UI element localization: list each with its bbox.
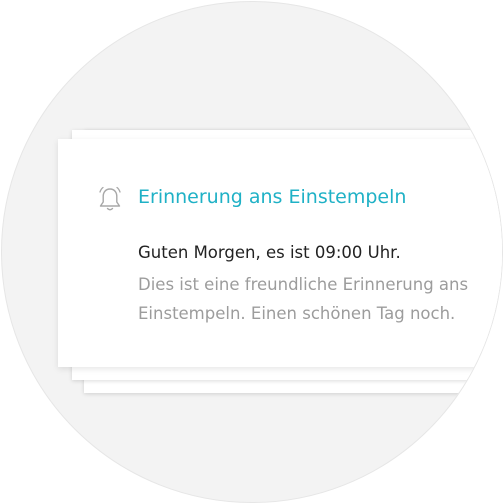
bell-icon — [99, 186, 121, 211]
notification-message: Dies ist eine freundliche Erinnerung ans… — [138, 275, 469, 323]
notification-greeting: Guten Morgen, es ist 09:00 Uhr. — [138, 243, 401, 262]
background-circle: Erinnerung ans Einstempeln Guten Morgen,… — [1, 1, 503, 503]
notification-title: Erinnerung ans Einstempeln — [138, 186, 407, 208]
